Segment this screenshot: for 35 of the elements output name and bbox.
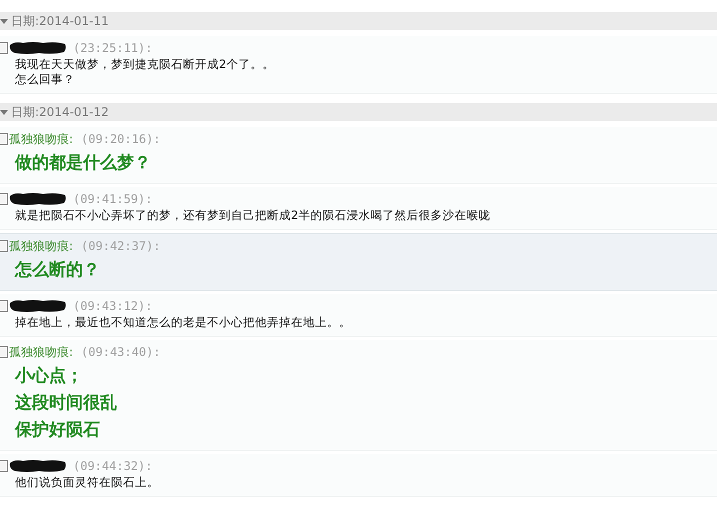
redaction-scribble [9,41,67,55]
message-text: 这段时间很乱 [15,392,118,415]
message-text: 掉在地上，最近也不知道怎么的老是不小心把他弄掉在地上。。 [15,315,352,330]
sender-name: 孤独狼吻痕: [9,238,74,254]
message-time: (09:43:12): [73,299,152,313]
collapse-arrow-icon[interactable] [0,108,9,116]
message-text: 怎么回事？ [15,72,76,87]
message-time: (09:20:16): [81,132,161,146]
redaction-scribble [9,192,67,206]
redaction-scribble [9,299,67,313]
message-text: 保护好陨石 [15,419,101,442]
message-text: 就是把陨石不小心弄坏了的梦，还有梦到自己把断成2半的陨石浸水喝了然后很多沙在喉咙 [15,208,492,223]
message-text: 他们说负面灵符在陨石上。 [15,475,160,490]
redaction-scribble [9,459,67,473]
checkbox[interactable] [0,346,8,358]
sender-name: 孤独狼吻痕: [9,130,74,148]
message-time: (23:25:11): [73,41,152,55]
checkbox[interactable] [0,300,8,312]
date-label: 日期:2014-01-12 [11,104,109,120]
checkbox[interactable] [0,460,8,472]
message-text: 我现在天天做梦，梦到捷克陨石断开成2个了。。 [15,57,276,72]
date-label: 日期:2014-01-11 [11,12,109,30]
message-text: 小心点； [15,365,84,388]
collapse-arrow-icon[interactable] [0,16,9,26]
message-time: (09:44:32): [73,459,152,473]
message-time: (09:42:37): [81,239,161,253]
sender-name: 孤独狼吻痕: [9,344,74,360]
checkbox[interactable] [0,240,8,252]
checkbox[interactable] [0,42,8,54]
message-text: 做的都是什么梦？ [15,152,152,175]
message-time: (09:43:40): [81,345,161,359]
checkbox[interactable] [0,133,8,145]
checkbox[interactable] [0,193,8,205]
message-time: (09:41:59): [73,192,152,206]
message-text: 怎么断的？ [15,259,101,282]
